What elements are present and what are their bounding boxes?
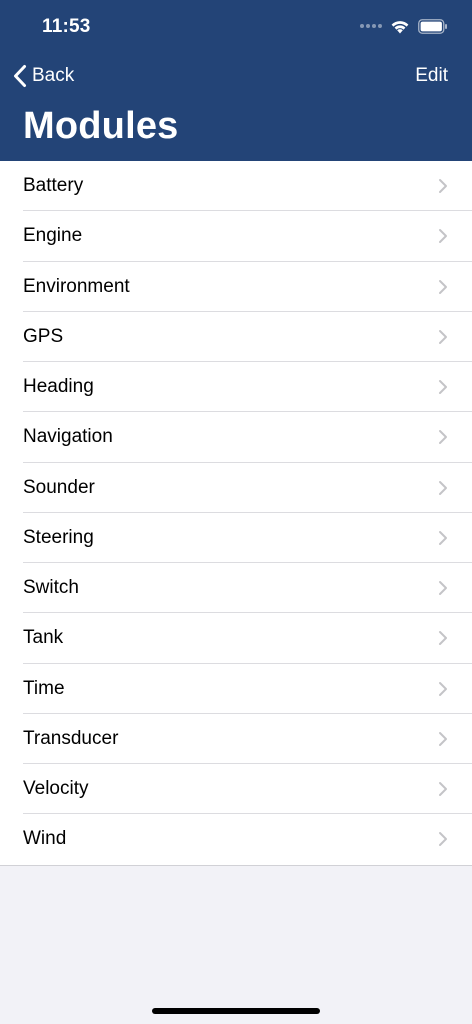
battery-icon: [418, 18, 447, 34]
modules-screen: 11:53 Back Edit Modules Battery Engine E…: [0, 0, 472, 1024]
list-item-label: Transducer: [23, 727, 119, 749]
chevron-right-icon: [439, 681, 447, 696]
chevron-right-icon: [439, 430, 447, 445]
list-item-navigation[interactable]: Navigation: [0, 412, 472, 463]
chevron-right-icon: [439, 832, 447, 847]
list-item-label: Battery: [23, 175, 84, 197]
status-time: 11:53: [42, 16, 91, 37]
module-list: Battery Engine Environment GPS Heading N…: [0, 161, 472, 866]
list-item-environment[interactable]: Environment: [0, 261, 472, 313]
list-item-switch[interactable]: Switch: [0, 563, 472, 614]
chevron-right-icon: [439, 782, 447, 796]
list-item-label: GPS: [23, 325, 64, 347]
list-item-label: Engine: [23, 225, 83, 247]
edit-button[interactable]: Edit: [415, 65, 448, 87]
list-item-label: Switch: [23, 577, 79, 599]
list-item-label: Environment: [23, 275, 130, 297]
chevron-right-icon: [439, 480, 447, 495]
list-item-label: Heading: [23, 376, 94, 398]
list-item-gps[interactable]: GPS: [0, 311, 472, 363]
chevron-right-icon: [439, 731, 447, 746]
chevron-right-icon: [439, 229, 447, 244]
list-item-heading[interactable]: Heading: [0, 362, 472, 413]
list-item-wind[interactable]: Wind: [0, 814, 472, 865]
list-item-label: Sounder: [23, 476, 95, 498]
list-item-label: Navigation: [23, 426, 113, 448]
list-item-label: Time: [23, 677, 65, 699]
chevron-right-icon: [439, 380, 447, 394]
list-item-label: Velocity: [23, 778, 89, 800]
header: 11:53 Back Edit Modules: [0, 0, 472, 161]
list-item-battery[interactable]: Battery: [0, 161, 472, 212]
list-item-tank[interactable]: Tank: [0, 613, 472, 664]
back-button-label: Back: [32, 65, 75, 86]
home-indicator[interactable]: [152, 1008, 320, 1014]
chevron-right-icon: [439, 530, 447, 545]
chevron-right-icon: [439, 581, 447, 595]
wifi-icon: [391, 20, 409, 33]
list-item-label: Wind: [23, 828, 67, 850]
list-item-label: Tank: [23, 627, 64, 649]
list-item-transducer[interactable]: Transducer: [0, 713, 472, 765]
list-item-time[interactable]: Time: [0, 663, 472, 715]
chevron-right-icon: [439, 279, 447, 294]
list-item-engine[interactable]: Engine: [0, 211, 472, 262]
page-title: Modules: [23, 105, 179, 147]
chevron-left-icon: [14, 65, 26, 87]
list-item-sounder[interactable]: Sounder: [0, 462, 472, 514]
list-item-velocity[interactable]: Velocity: [0, 764, 472, 815]
status-indicators: [360, 16, 448, 36]
status-bar: 11:53: [0, 0, 472, 52]
chevron-right-icon: [439, 631, 447, 646]
chevron-right-icon: [439, 329, 447, 344]
navigation-bar: Back Edit: [0, 52, 472, 100]
back-button[interactable]: Back: [12, 62, 74, 90]
cellular-signal-icon: [360, 24, 382, 28]
list-item-steering[interactable]: Steering: [0, 512, 472, 564]
chevron-right-icon: [439, 179, 447, 193]
list-item-label: Steering: [23, 526, 94, 548]
